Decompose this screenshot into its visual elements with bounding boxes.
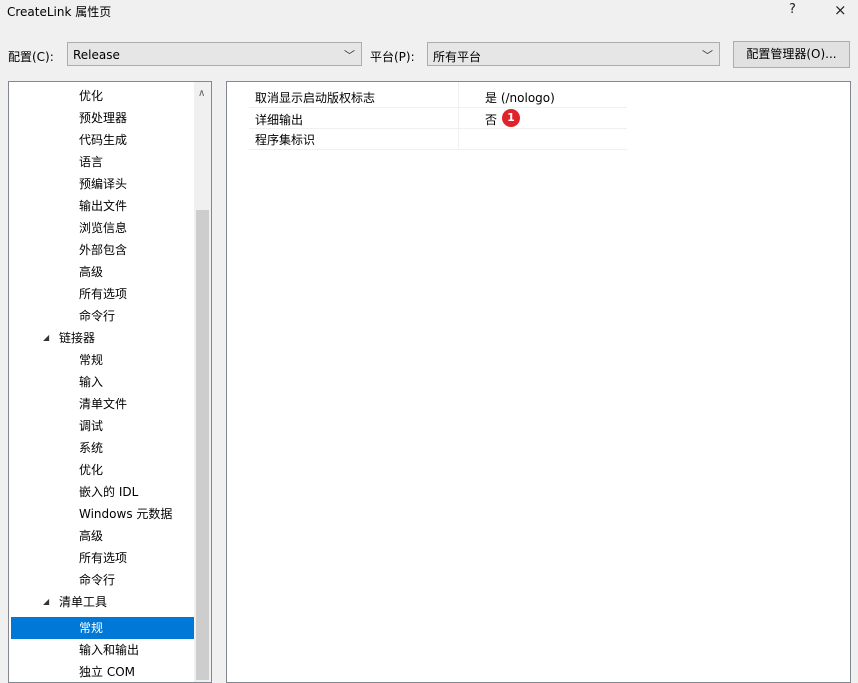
- tree-item-linker-command-line[interactable]: 命令行: [79, 569, 115, 591]
- tree-item-external-includes[interactable]: 外部包含: [79, 239, 127, 261]
- property-row-verbose-output[interactable]: 详细输出 否: [249, 108, 850, 128]
- tree-item-embedded-idl[interactable]: 嵌入的 IDL: [79, 481, 138, 503]
- help-button[interactable]: ?: [789, 2, 796, 17]
- tree-item-linker-all-options[interactable]: 所有选项: [79, 547, 127, 569]
- property-row-assembly-identity[interactable]: 程序集标识: [249, 128, 850, 148]
- tree-item-linker[interactable]: 链接器: [59, 327, 95, 349]
- scroll-up-arrow-icon[interactable]: ∧: [198, 88, 205, 99]
- tree-item-manifest-general[interactable]: 常规: [79, 617, 103, 639]
- tree-item-linker-input[interactable]: 输入: [79, 371, 103, 393]
- tree-item-output-files[interactable]: 输出文件: [79, 195, 127, 217]
- close-button[interactable]: ×: [834, 1, 847, 19]
- property-row-suppress-logo[interactable]: 取消显示启动版权标志 是 (/nologo): [249, 86, 850, 106]
- property-grid: 取消显示启动版权标志 是 (/nologo) 详细输出 否 程序集标识: [226, 81, 851, 683]
- property-name: 详细输出: [255, 113, 304, 127]
- tree-item-advanced[interactable]: 高级: [79, 261, 103, 283]
- tree-item-command-line[interactable]: 命令行: [79, 305, 115, 327]
- tree-item-language[interactable]: 语言: [79, 151, 103, 173]
- window-title: CreateLink 属性页: [7, 5, 112, 19]
- tree-item-input-and-output[interactable]: 输入和输出: [79, 639, 139, 661]
- tree-item-isolated-com[interactable]: 独立 COM: [79, 661, 135, 682]
- property-name: 程序集标识: [255, 133, 316, 147]
- tree-item-linker-general[interactable]: 常规: [79, 349, 103, 371]
- tree-item-browse-information[interactable]: 浏览信息: [79, 217, 127, 239]
- title-bar: CreateLink 属性页 ? ×: [0, 0, 858, 22]
- configuration-row: 配置(C): Release ﹀ 平台(P): 所有平台 ﹀ 配置管理器(O).…: [0, 41, 858, 69]
- tree-item-code-generation[interactable]: 代码生成: [79, 129, 127, 151]
- property-tree: 优化 预处理器 代码生成 语言 预编译头 输出文件 浏览信息 外部包含 高级 所…: [8, 81, 212, 683]
- configuration-manager-button[interactable]: 配置管理器(O)...: [733, 41, 850, 68]
- tree-item-precompiled-headers[interactable]: 预编译头: [79, 173, 127, 195]
- scroll-thumb[interactable]: [196, 210, 209, 680]
- tree-item-manifest-tool[interactable]: 清单工具: [59, 591, 107, 613]
- tree-scrollbar[interactable]: ∧: [194, 82, 211, 682]
- grid-margin: [227, 82, 249, 682]
- chevron-down-icon: ﹀: [702, 49, 713, 62]
- property-value[interactable]: 是 (/nologo): [485, 89, 555, 106]
- annotation-badge: 1: [502, 109, 520, 127]
- tree-item-preprocessor[interactable]: 预处理器: [79, 107, 127, 129]
- tree-item-windows-metadata[interactable]: Windows 元数据: [79, 503, 172, 525]
- chevron-down-icon: ﹀: [344, 49, 355, 62]
- tree-item-all-options[interactable]: 所有选项: [79, 283, 127, 305]
- platform-label: 平台(P):: [370, 50, 415, 64]
- expand-triangle-icon[interactable]: ◢: [43, 327, 49, 349]
- property-name: 取消显示启动版权标志: [255, 91, 376, 105]
- expand-triangle-icon[interactable]: ◢: [43, 591, 49, 613]
- tree-item-system[interactable]: 系统: [79, 437, 103, 459]
- tree-item-debugging[interactable]: 调试: [79, 415, 103, 437]
- tree-item-linker-optimization[interactable]: 优化: [79, 459, 103, 481]
- platform-dropdown[interactable]: 所有平台 ﹀: [427, 42, 720, 66]
- tree-item-manifest-file[interactable]: 清单文件: [79, 393, 127, 415]
- tree-item-optimization[interactable]: 优化: [79, 85, 103, 107]
- row-divider: [249, 149, 627, 150]
- config-value: Release: [73, 48, 120, 62]
- tree-item-linker-advanced[interactable]: 高级: [79, 525, 103, 547]
- config-dropdown[interactable]: Release ﹀: [67, 42, 362, 66]
- platform-value: 所有平台: [433, 50, 482, 64]
- config-label: 配置(C):: [8, 50, 54, 64]
- property-value[interactable]: 否: [485, 111, 497, 128]
